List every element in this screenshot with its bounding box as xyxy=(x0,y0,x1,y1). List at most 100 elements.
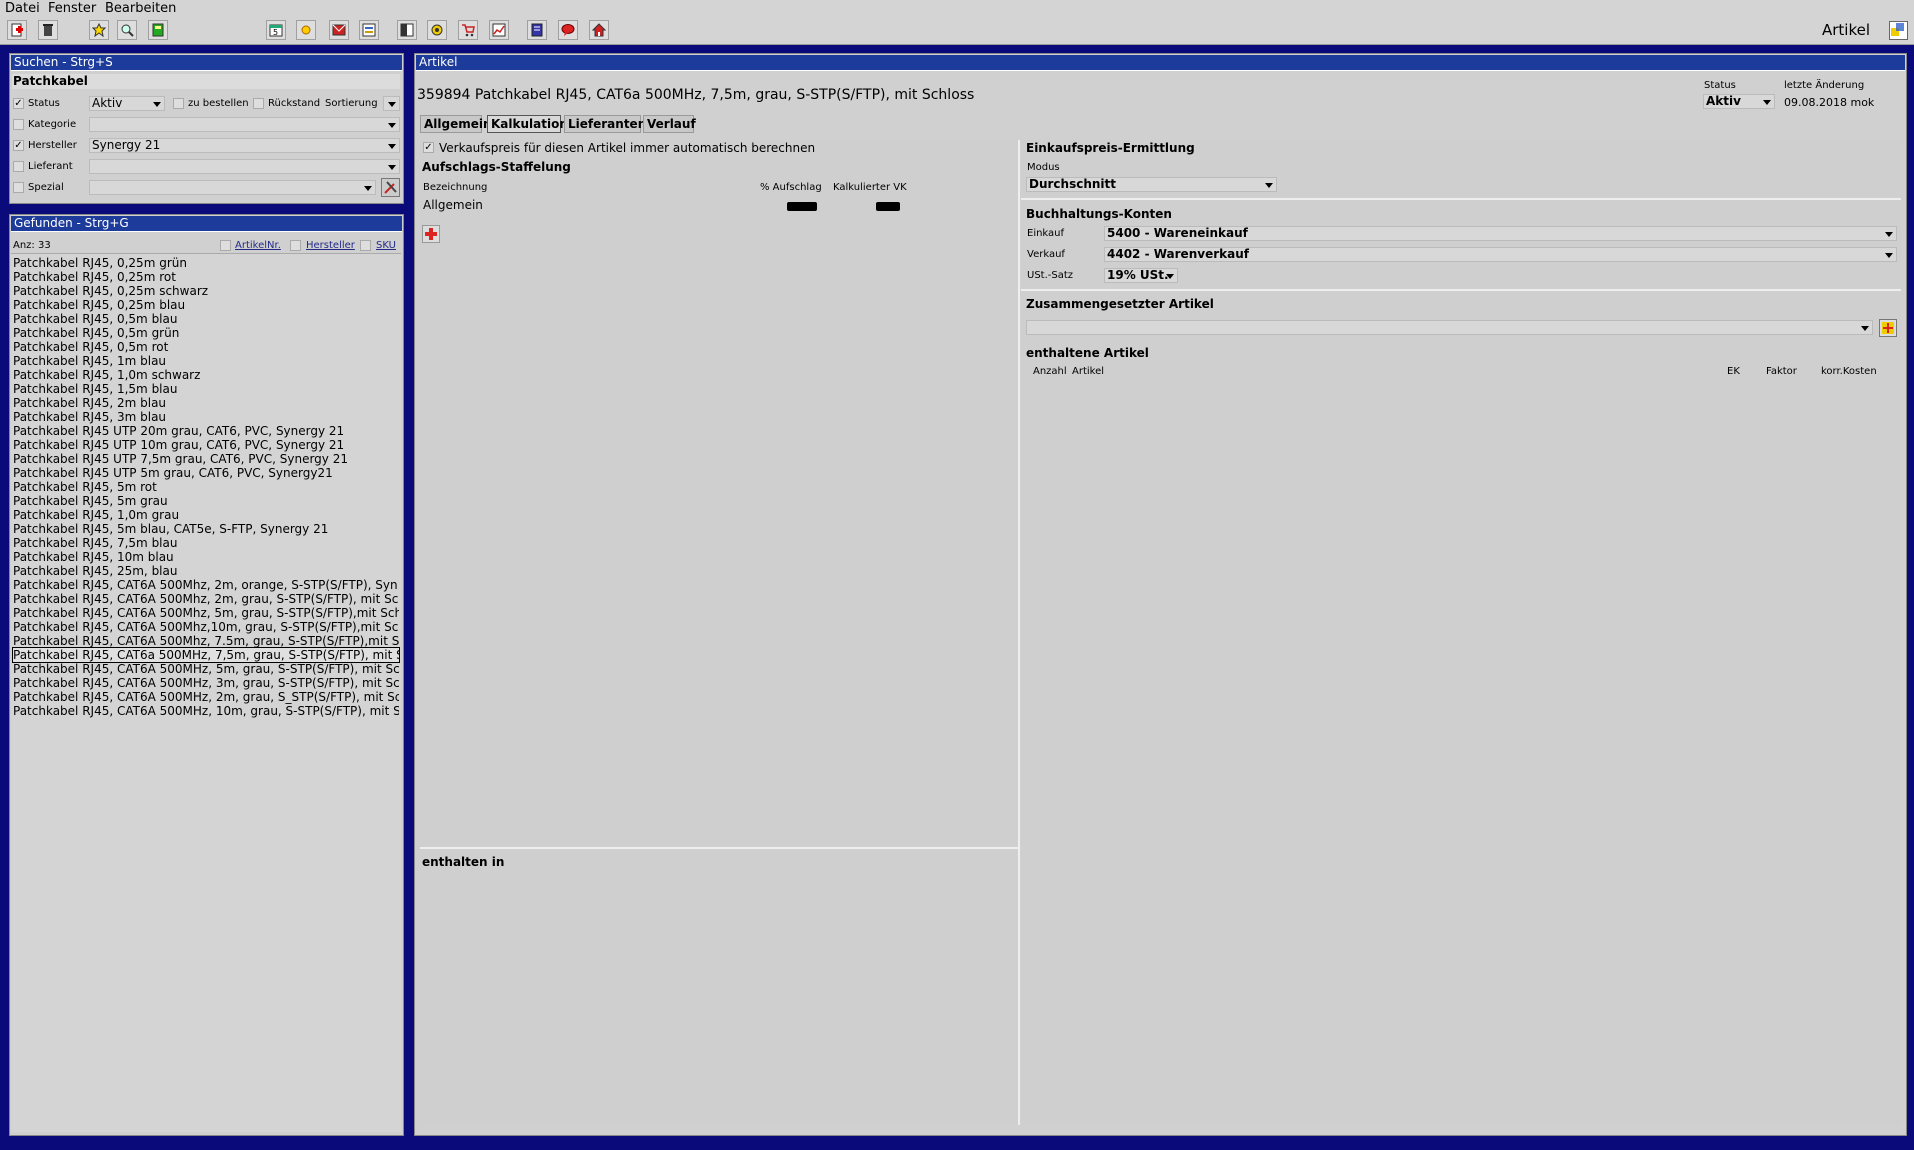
list-item[interactable]: Patchkabel RJ45, CAT6A 500Mhz, 2m, grau,… xyxy=(13,592,399,606)
calendar-icon[interactable]: 5 xyxy=(266,20,286,40)
list-item[interactable]: Patchkabel RJ45, 10m blau xyxy=(13,550,399,564)
list-item[interactable]: Patchkabel RJ45, 1,0m schwarz xyxy=(13,368,399,382)
sort-artikelnr-link[interactable]: ArtikelNr. xyxy=(235,240,281,251)
calculator-icon[interactable] xyxy=(148,20,168,40)
list-item[interactable]: Patchkabel RJ45, CAT6A 500Mhz,10m, grau,… xyxy=(13,620,399,634)
chevron-down-icon xyxy=(1885,253,1893,258)
list-item[interactable]: Patchkabel RJ45, 0,5m rot xyxy=(13,340,399,354)
kategorie-checkbox[interactable] xyxy=(13,119,24,130)
lieferant-checkbox[interactable] xyxy=(13,161,24,172)
list-item[interactable]: Patchkabel RJ45, 0,5m grün xyxy=(13,326,399,340)
col-aufschlag: % Aufschlag xyxy=(760,182,822,193)
list-item[interactable]: Patchkabel RJ45, 5m blau, CAT5e, S-FTP, … xyxy=(13,522,399,536)
list-item[interactable]: Patchkabel RJ45, 1m blau xyxy=(13,354,399,368)
tab-verlauf[interactable]: Verlauf xyxy=(643,115,696,133)
chat-icon[interactable] xyxy=(558,20,578,40)
list-item[interactable]: Patchkabel RJ45, 0,25m grün xyxy=(13,256,399,270)
hersteller-sort-checkbox[interactable] xyxy=(290,240,301,251)
gear-icon[interactable] xyxy=(427,20,447,40)
window-icon[interactable] xyxy=(397,20,417,40)
list-item[interactable]: Patchkabel RJ45, CAT6a 500MHz, 7,5m, gra… xyxy=(12,647,400,663)
list-item[interactable]: Patchkabel RJ45 UTP 20m grau, CAT6, PVC,… xyxy=(13,424,399,438)
list-item[interactable]: Patchkabel RJ45, CAT6A 500Mhz, 7.5m, gra… xyxy=(13,634,399,648)
list-item[interactable]: Patchkabel RJ45, 5m grau xyxy=(13,494,399,508)
cart-icon[interactable] xyxy=(458,20,478,40)
zu-bestellen-checkbox[interactable] xyxy=(173,98,184,109)
list-item[interactable]: Patchkabel RJ45 UTP 10m grau, CAT6, PVC,… xyxy=(13,438,399,452)
svg-text:5: 5 xyxy=(273,28,278,37)
hersteller-checkbox[interactable]: ✓ xyxy=(13,140,24,151)
list-item[interactable]: Patchkabel RJ45, 2m blau xyxy=(13,396,399,410)
chevron-down-icon xyxy=(1166,274,1174,279)
list-item[interactable]: Patchkabel RJ45, 7,5m blau xyxy=(13,536,399,550)
list-item[interactable]: Patchkabel RJ45 UTP 5m grau, CAT6, PVC, … xyxy=(13,466,399,480)
home-icon[interactable] xyxy=(589,20,609,40)
search-input[interactable]: Patchkabel xyxy=(12,74,400,89)
mail-icon[interactable] xyxy=(329,20,349,40)
status-select[interactable]: Aktiv xyxy=(89,96,165,111)
list-item[interactable]: Patchkabel RJ45, 25m, blau xyxy=(13,564,399,578)
list-item[interactable]: Patchkabel RJ45, 3m blau xyxy=(13,410,399,424)
menu-fenster[interactable]: Fenster xyxy=(48,1,96,16)
star-icon[interactable] xyxy=(89,20,109,40)
article-status-select[interactable]: Aktiv xyxy=(1703,94,1775,109)
verkauf-select[interactable]: 4402 - Warenverkauf xyxy=(1104,247,1897,262)
chevron-down-icon xyxy=(1885,232,1893,237)
list-icon[interactable] xyxy=(359,20,379,40)
status-label: Status xyxy=(28,98,60,109)
list-item[interactable]: Patchkabel RJ45 UTP 7,5m grau, CAT6, PVC… xyxy=(13,452,399,466)
list-item[interactable]: Patchkabel RJ45, 5m rot xyxy=(13,480,399,494)
status-checkbox[interactable]: ✓ xyxy=(13,98,24,109)
col-kalkulierter-vk: Kalkulierter VK xyxy=(833,182,907,193)
spezial-select[interactable] xyxy=(89,180,376,195)
auto-calc-checkbox[interactable]: ✓ xyxy=(423,142,434,153)
search-icon[interactable] xyxy=(117,20,137,40)
rueckstand-label: Rückstand xyxy=(268,98,321,109)
einkauf-select[interactable]: 5400 - Wareneinkauf xyxy=(1104,226,1897,241)
chevron-down-icon xyxy=(153,102,161,107)
new-icon[interactable] xyxy=(7,20,27,40)
tools-icon[interactable] xyxy=(381,178,400,197)
list-item[interactable]: Patchkabel RJ45, 1,5m blau xyxy=(13,382,399,396)
lieferant-select[interactable] xyxy=(89,159,400,174)
sort-hersteller-link[interactable]: Hersteller xyxy=(306,240,355,251)
spezial-checkbox[interactable] xyxy=(13,182,24,193)
sku-checkbox[interactable] xyxy=(360,240,371,251)
menu-bearbeiten[interactable]: Bearbeiten xyxy=(105,1,176,16)
list-item[interactable]: Patchkabel RJ45, 0,25m blau xyxy=(13,298,399,312)
chart-icon[interactable] xyxy=(489,20,509,40)
list-item[interactable]: Patchkabel RJ45, CAT6A 500Mhz, 5m, grau,… xyxy=(13,606,399,620)
list-item[interactable]: Patchkabel RJ45, CAT6A 500MHz, 5m, grau,… xyxy=(13,662,399,676)
zusammen-select[interactable] xyxy=(1026,320,1873,335)
artikelnr-checkbox[interactable] xyxy=(220,240,231,251)
sort-sku-link[interactable]: SKU xyxy=(376,240,396,251)
kategorie-select[interactable] xyxy=(89,117,400,132)
list-item[interactable]: Patchkabel RJ45, 1,0m grau xyxy=(13,508,399,522)
list-item[interactable]: Patchkabel RJ45, CAT6A 500MHz, 10m, grau… xyxy=(13,704,399,718)
book-icon[interactable] xyxy=(527,20,547,40)
modus-select[interactable]: Durchschnitt xyxy=(1026,177,1277,192)
rueckstand-checkbox[interactable] xyxy=(253,98,264,109)
zusammen-title: Zusammengesetzter Artikel xyxy=(1026,297,1214,311)
tab-lieferanten[interactable]: Lieferanten xyxy=(564,115,646,133)
add-composite-button[interactable] xyxy=(1879,319,1897,337)
list-item[interactable]: Patchkabel RJ45, 0,25m rot xyxy=(13,270,399,284)
sun-icon[interactable] xyxy=(296,20,316,40)
list-item[interactable]: Patchkabel RJ45, CAT6A 500MHz, 3m, grau,… xyxy=(13,676,399,690)
ek-title: Einkaufspreis-Ermittlung xyxy=(1026,141,1195,155)
chevron-down-icon xyxy=(1763,100,1771,105)
trash-icon[interactable] xyxy=(38,20,58,40)
add-row-button[interactable] xyxy=(422,225,440,243)
list-item[interactable]: Patchkabel RJ45, 0,5m blau xyxy=(13,312,399,326)
tab-allgemein[interactable]: Allgemein xyxy=(420,115,492,133)
window-mode-icon[interactable] xyxy=(1889,21,1908,40)
tab-kalkulation[interactable]: Kalkulation xyxy=(487,115,568,133)
list-item[interactable]: Patchkabel RJ45, CAT6A 500MHz, 2m, grau,… xyxy=(13,690,399,704)
ust-select[interactable]: 19% USt. xyxy=(1104,268,1178,283)
menu-datei[interactable]: Datei xyxy=(5,1,40,16)
hersteller-select[interactable]: Synergy 21 xyxy=(89,138,400,153)
sortierung-select[interactable] xyxy=(383,96,400,111)
list-item[interactable]: Patchkabel RJ45, 0,25m schwarz xyxy=(13,284,399,298)
list-item[interactable]: Patchkabel RJ45, CAT6A 500Mhz, 2m, orang… xyxy=(13,578,399,592)
divider xyxy=(1021,198,1901,200)
